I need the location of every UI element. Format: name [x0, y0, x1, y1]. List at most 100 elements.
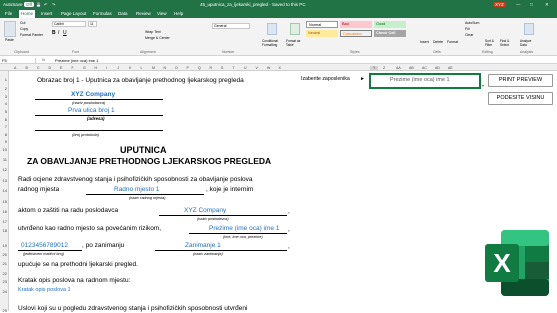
column-header[interactable]: L: [141, 66, 143, 70]
row-header[interactable]: 7: [5, 124, 7, 129]
job-description[interactable]: Kratak opis poslova 1: [18, 287, 71, 293]
find-select-button[interactable]: Find & Select: [500, 39, 514, 48]
dropdown-arrow-icon[interactable]: ▾: [482, 83, 484, 88]
employee-select-value[interactable]: Prezime (ime oca) ime 1: [390, 77, 450, 83]
column-header[interactable]: AC: [422, 66, 427, 70]
cut-button[interactable]: Cut: [20, 21, 25, 25]
account-badge[interactable]: XYZ: [493, 1, 506, 7]
row-header[interactable]: 19: [3, 243, 7, 248]
copy-button[interactable]: Copy: [20, 27, 28, 31]
row-header[interactable]: 23: [3, 279, 7, 284]
row-header[interactable]: 15: [3, 199, 7, 204]
column-header[interactable]: X: [279, 66, 281, 70]
row-header[interactable]: 1: [5, 77, 7, 82]
row-header[interactable]: 9: [5, 139, 7, 144]
column-header[interactable]: G: [83, 66, 86, 70]
column-header[interactable]: V: [256, 66, 258, 70]
name-box[interactable]: F5: [2, 57, 36, 63]
row-header[interactable]: 13: [3, 178, 7, 183]
column-header[interactable]: A: [14, 66, 16, 70]
conditional-formatting-icon[interactable]: [267, 23, 277, 35]
row-header[interactable]: 20: [3, 252, 7, 257]
analyze-data-button[interactable]: Analyze Data: [520, 39, 537, 48]
conditional-formatting-button[interactable]: Conditional Formatting: [262, 39, 284, 48]
column-header[interactable]: B: [26, 66, 28, 70]
maximize-icon[interactable]: □: [530, 2, 533, 7]
column-header[interactable]: N: [164, 66, 167, 70]
style-neutral[interactable]: Neutral: [306, 30, 338, 37]
column-header[interactable]: R: [210, 66, 213, 70]
row-header[interactable]: 4: [5, 101, 7, 106]
column-header[interactable]: F: [72, 66, 74, 70]
column-header[interactable]: AE: [448, 66, 453, 70]
jmb-value[interactable]: 0123456789012: [21, 242, 68, 249]
redo-icon[interactable]: ↷: [52, 2, 55, 7]
column-header[interactable]: H: [95, 66, 98, 70]
analyze-data-icon[interactable]: [524, 23, 534, 35]
column-header[interactable]: I: [106, 66, 107, 70]
undo-icon[interactable]: ↶: [44, 2, 47, 7]
column-header[interactable]: S: [221, 66, 223, 70]
tab-home[interactable]: Home: [19, 10, 36, 18]
save-icon[interactable]: 💾: [36, 2, 41, 7]
minimize-icon[interactable]: —: [516, 2, 521, 7]
clear-button[interactable]: Clear: [465, 33, 473, 37]
style-normal[interactable]: Normal: [306, 21, 338, 28]
tab-page-layout[interactable]: Page Layout: [61, 11, 86, 16]
column-header[interactable]: T: [233, 66, 235, 70]
font-name-select[interactable]: Calibri: [52, 21, 86, 27]
adjust-height-button[interactable]: PODESITE VISINU: [488, 92, 553, 105]
underline-icon[interactable]: U: [63, 30, 67, 36]
tab-formulas[interactable]: Formulas: [93, 11, 112, 16]
format-cells-button[interactable]: Format: [447, 40, 458, 44]
tab-insert[interactable]: Insert: [41, 11, 52, 16]
italic-icon[interactable]: I: [58, 30, 59, 36]
style-bad[interactable]: Bad: [340, 21, 372, 28]
row-header[interactable]: 21: [3, 261, 7, 266]
fx-icon[interactable]: fx: [42, 57, 45, 62]
row-header[interactable]: 8: [5, 132, 7, 137]
close-icon[interactable]: ✕: [545, 2, 549, 8]
tab-review[interactable]: Review: [136, 11, 151, 16]
column-header[interactable]: P: [187, 66, 189, 70]
column-header[interactable]: E: [60, 66, 62, 70]
tab-view[interactable]: View: [157, 11, 167, 16]
tab-data[interactable]: Data: [118, 11, 128, 16]
tab-file[interactable]: File: [5, 11, 12, 16]
column-header[interactable]: AB: [409, 66, 414, 70]
column-header[interactable]: C: [37, 66, 40, 70]
column-header[interactable]: AD: [435, 66, 440, 70]
tab-help[interactable]: Help: [174, 11, 183, 16]
workplace-value[interactable]: Radno mjesto 1: [114, 186, 160, 193]
row-header[interactable]: 10: [3, 147, 7, 152]
formula-input[interactable]: Prezime (ime oca) ime 1: [55, 58, 98, 63]
row-header[interactable]: 18: [3, 228, 7, 233]
style-check-cell[interactable]: Check Cell: [374, 30, 406, 37]
column-header[interactable]: D: [49, 66, 52, 70]
number-format-select[interactable]: General: [212, 23, 250, 29]
wrap-text-button[interactable]: Wrap Text: [145, 30, 161, 34]
employer-address[interactable]: Prva ulica broj 1: [68, 107, 115, 114]
print-preview-button[interactable]: PRINT PREVIEW: [488, 74, 553, 87]
bold-icon[interactable]: B: [52, 30, 56, 36]
insert-cells-button[interactable]: Insert: [420, 40, 429, 44]
format-table-icon[interactable]: [290, 23, 300, 35]
fill-button[interactable]: Fill: [465, 27, 469, 31]
style-good[interactable]: Good: [374, 21, 406, 28]
column-header[interactable]: O: [175, 66, 178, 70]
autosum-button[interactable]: AutoSum: [465, 21, 479, 25]
sort-filter-button[interactable]: Sort & Filter: [485, 39, 499, 48]
autosave-toggle[interactable]: Off: [24, 1, 34, 7]
person-value[interactable]: Prezime (ime oca) ime 1: [209, 225, 279, 232]
row-header[interactable]: 22: [3, 271, 7, 276]
column-header[interactable]: M: [152, 66, 155, 70]
paste-icon[interactable]: [4, 21, 16, 37]
delete-cells-button[interactable]: Delete: [433, 40, 443, 44]
row-header[interactable]: 24: [3, 289, 7, 294]
column-header[interactable]: AA: [396, 66, 401, 70]
row-header[interactable]: 16: [3, 209, 7, 214]
font-size-select[interactable]: 11: [88, 21, 97, 27]
row-header[interactable]: 17: [3, 219, 7, 224]
row-header[interactable]: 3: [5, 94, 7, 99]
row-header[interactable]: 5: [5, 109, 7, 114]
